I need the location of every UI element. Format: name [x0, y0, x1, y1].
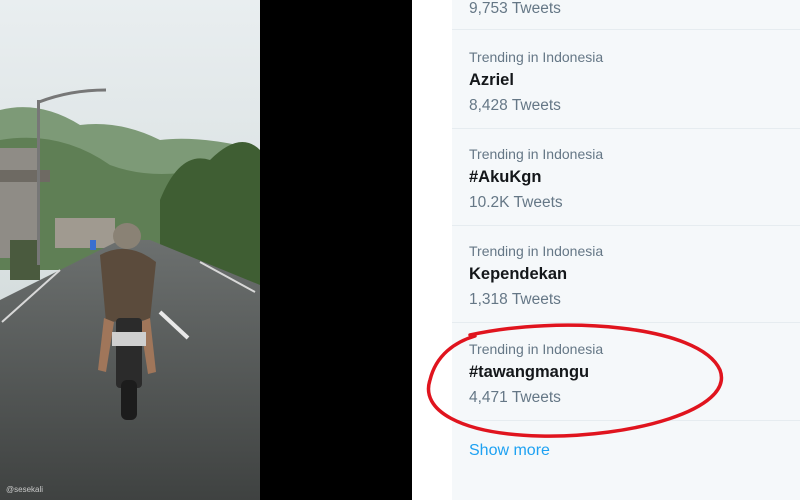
trend-item-1[interactable]: 9,753 Tweets	[452, 0, 800, 30]
video-frame[interactable]: @sesekali	[0, 0, 260, 500]
show-more-link[interactable]: Show more	[469, 442, 550, 460]
video-watermark: @sesekali	[6, 485, 44, 494]
trend-item-2[interactable]: Trending in Indonesia Azriel 8,428 Tweet…	[452, 30, 800, 129]
trend-name[interactable]: Kependekan	[469, 265, 567, 284]
trend-name[interactable]: #AkuKgn	[469, 168, 541, 187]
trend-item-5[interactable]: Trending in Indonesia #tawangmangu 4,471…	[452, 323, 800, 421]
trend-count: 9,753 Tweets	[469, 0, 561, 17]
trend-item-4[interactable]: Trending in Indonesia Kependekan 1,318 T…	[452, 226, 800, 323]
trend-name[interactable]: Azriel	[469, 71, 514, 90]
trend-count: 1,318 Tweets	[469, 291, 561, 308]
trend-context: Trending in Indonesia	[469, 146, 604, 162]
trend-context: Trending in Indonesia	[469, 341, 604, 357]
trend-count: 8,428 Tweets	[469, 97, 561, 114]
video-player[interactable]: @sesekali	[0, 0, 412, 500]
trend-name[interactable]: #tawangmangu	[469, 363, 589, 382]
trend-context: Trending in Indonesia	[469, 49, 604, 65]
trend-count: 10.2K Tweets	[469, 194, 563, 211]
video-still-image	[0, 0, 260, 500]
trend-count: 4,471 Tweets	[469, 389, 561, 406]
page-gutter	[412, 0, 452, 500]
trends-panel: 9,753 Tweets Trending in Indonesia Azrie…	[452, 0, 800, 500]
trend-item-3[interactable]: Trending in Indonesia #AkuKgn 10.2K Twee…	[452, 129, 800, 226]
trend-context: Trending in Indonesia	[469, 243, 604, 259]
